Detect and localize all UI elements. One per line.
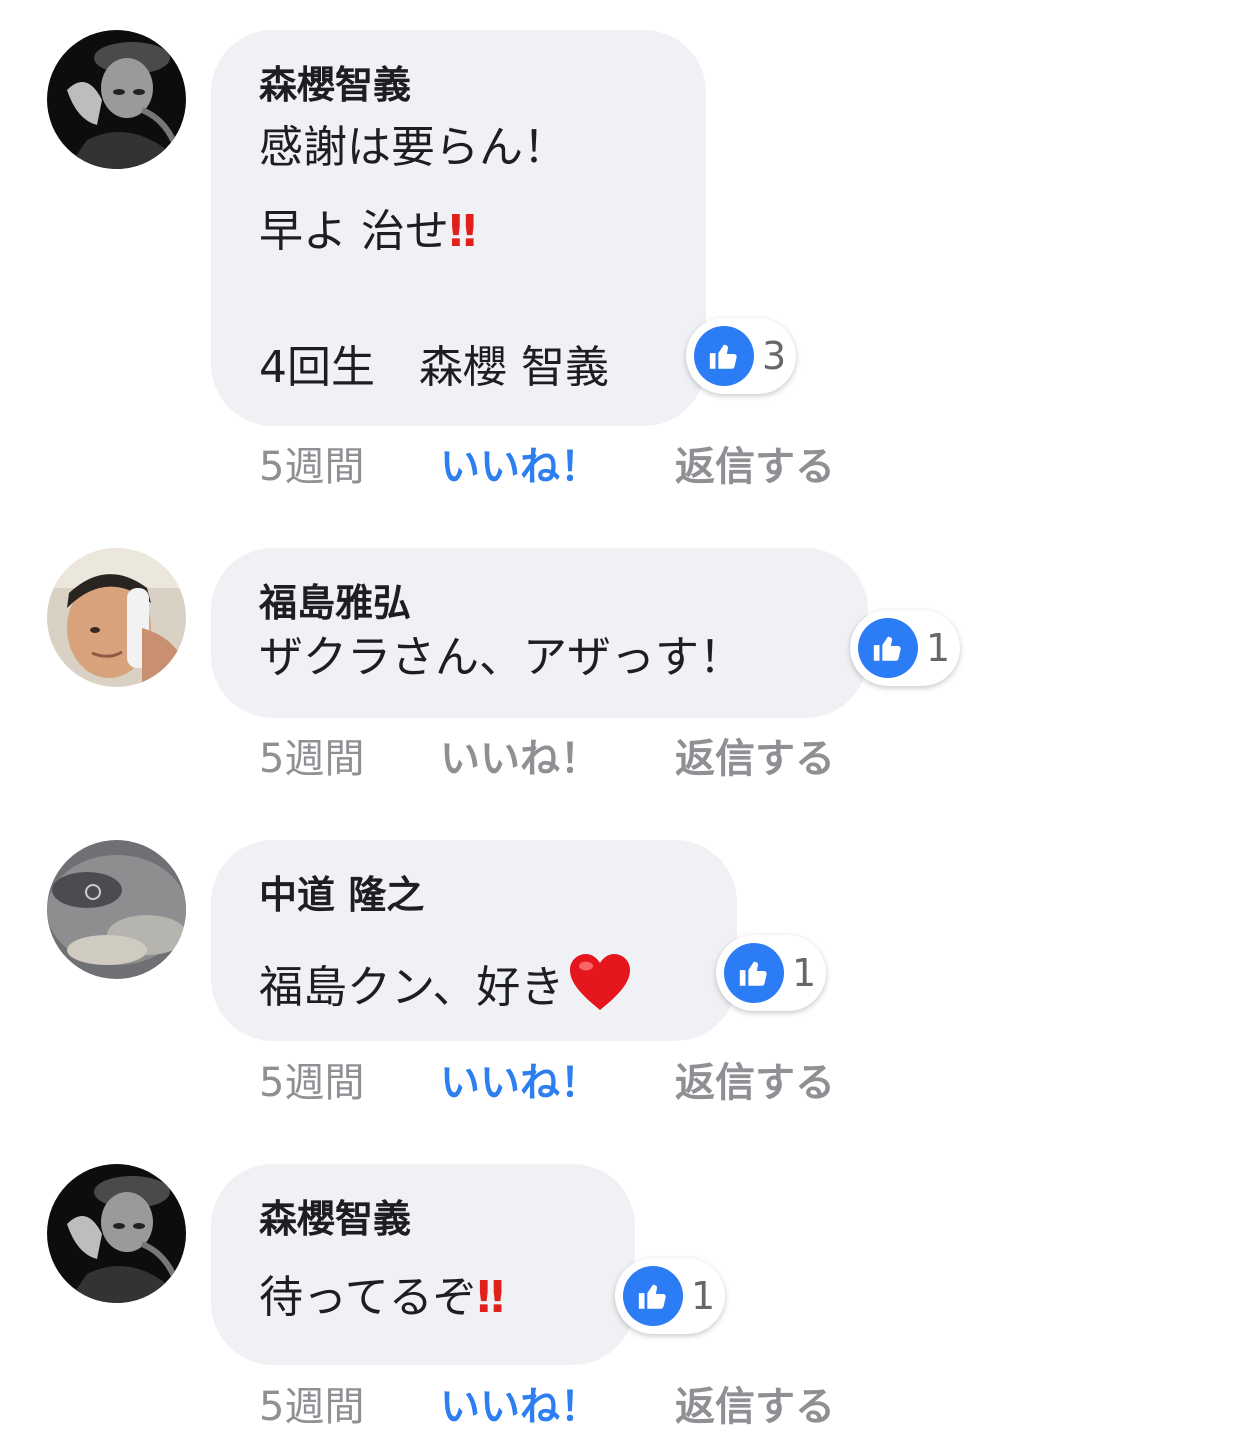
avatar[interactable] xyxy=(47,840,186,979)
heart-icon xyxy=(568,952,632,1020)
comment-text-line: 待ってるぞ‼ xyxy=(259,1276,504,1320)
reaction-count: 3 xyxy=(762,334,787,378)
thumbs-up-icon xyxy=(724,943,784,1003)
avatar[interactable] xyxy=(47,30,186,169)
reaction-count: 1 xyxy=(792,951,817,995)
comment-author[interactable]: 森櫻智義 xyxy=(259,1200,411,1238)
comment-text-line: 早よ 治せ‼ xyxy=(259,210,477,254)
like-button[interactable]: いいね！ xyxy=(440,1382,600,1432)
comment-text: 福島クン、好き xyxy=(259,962,565,1013)
thumbs-up-icon xyxy=(858,618,918,678)
reply-button[interactable]: 返信する xyxy=(675,442,835,492)
avatar[interactable] xyxy=(47,548,186,687)
comment-text-line: 福島クン、好き xyxy=(259,952,632,1020)
comment-text-line: ザクラさん、アザっす！ xyxy=(259,632,743,683)
comment-bubble: 福島雅弘 ザクラさん、アザっす！ xyxy=(211,548,868,718)
like-button[interactable]: いいね！ xyxy=(440,734,600,784)
comment-timestamp[interactable]: 5週間 xyxy=(259,1058,364,1108)
reply-button[interactable]: 返信する xyxy=(675,734,835,784)
comment-text-line: 4回生 森櫻 智義 xyxy=(259,342,609,393)
reaction-summary[interactable]: 1 xyxy=(615,1258,726,1334)
like-button[interactable]: いいね！ xyxy=(440,1058,600,1108)
reaction-count: 1 xyxy=(691,1274,716,1318)
avatar[interactable] xyxy=(47,1164,186,1303)
comment-author[interactable]: 森櫻智義 xyxy=(259,66,411,104)
comment-timestamp[interactable]: 5週間 xyxy=(259,734,364,784)
comment-author[interactable]: 中道 隆之 xyxy=(259,876,424,914)
double-exclamation-icon: ‼ xyxy=(449,206,477,257)
comment-timestamp[interactable]: 5週間 xyxy=(259,442,364,492)
reaction-summary[interactable]: 3 xyxy=(686,318,797,394)
thumbs-up-icon xyxy=(623,1266,683,1326)
like-button[interactable]: いいね！ xyxy=(440,442,600,492)
thumbs-up-icon xyxy=(694,326,754,386)
reply-button[interactable]: 返信する xyxy=(675,1382,835,1432)
comment-text-line: 感謝は要らん！ xyxy=(259,122,567,173)
comment-text: 待ってるぞ xyxy=(259,1272,477,1323)
reaction-count: 1 xyxy=(926,626,951,670)
reaction-summary[interactable]: 1 xyxy=(850,610,961,686)
comment-bubble: 森櫻智義 感謝は要らん！ 早よ 治せ‼ 4回生 森櫻 智義 xyxy=(211,30,706,426)
comment-bubble: 中道 隆之 福島クン、好き xyxy=(211,840,737,1041)
reaction-summary[interactable]: 1 xyxy=(716,935,827,1011)
comment-text: 早よ 治せ xyxy=(259,206,449,257)
comment-author[interactable]: 福島雅弘 xyxy=(259,584,411,622)
comment-timestamp[interactable]: 5週間 xyxy=(259,1382,364,1432)
double-exclamation-icon: ‼ xyxy=(476,1272,505,1323)
reply-button[interactable]: 返信する xyxy=(675,1058,835,1108)
comment-bubble: 森櫻智義 待ってるぞ‼ xyxy=(211,1164,635,1365)
